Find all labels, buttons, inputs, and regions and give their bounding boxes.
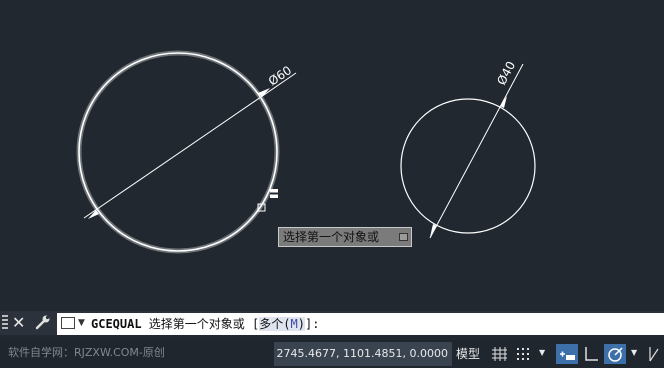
- small-dim-arrow-lower: [430, 224, 437, 237]
- command-text: GCEQUAL 选择第一个对象或 [多个(M)]:: [91, 313, 319, 335]
- option-key: M: [290, 317, 298, 331]
- command-line-input[interactable]: ▼ GCEQUAL 选择第一个对象或 [多个(M)]:: [57, 313, 664, 335]
- watermark-text: 软件自学网：RJZXW.COM-原创: [8, 346, 165, 359]
- model-space-button[interactable]: 模型: [456, 342, 480, 366]
- large-circle[interactable]: [76, 50, 280, 254]
- ortho-icon[interactable]: [582, 344, 600, 364]
- infer-constraints-icon[interactable]: [556, 344, 578, 364]
- tooltip-arrow-icon: [399, 233, 408, 241]
- grid-icon[interactable]: [490, 344, 508, 364]
- command-option-multiple[interactable]: 多个(M): [259, 317, 305, 331]
- polar-tracking-icon[interactable]: [604, 344, 626, 364]
- command-suffix: ]:: [304, 317, 320, 331]
- chevron-down-icon[interactable]: ▼: [78, 315, 85, 331]
- command-window-icon[interactable]: [61, 317, 75, 329]
- command-name: GCEQUAL: [91, 317, 142, 331]
- tooltip-text: 选择第一个对象或: [283, 230, 380, 244]
- snap-dropdown-icon[interactable]: ▼: [539, 346, 545, 360]
- close-icon[interactable]: ✕: [12, 313, 25, 333]
- small-dimension-text: Ø40: [494, 59, 518, 87]
- command-bar-grip[interactable]: [2, 315, 8, 331]
- wrench-icon[interactable]: [35, 314, 51, 330]
- selection-tooltip: 选择第一个对象或: [278, 227, 412, 247]
- command-bar: ✕ ▼ GCEQUAL 选择第一个对象或 [多个(M)]:: [0, 311, 664, 335]
- polar-dropdown-icon[interactable]: ▼: [631, 346, 637, 360]
- lineweight-icon[interactable]: [646, 344, 662, 364]
- coordinates-readout[interactable]: 2745.4677, 1101.4851, 0.0000: [274, 342, 452, 366]
- option-close: ): [297, 317, 305, 331]
- small-dim-arrow-upper: [500, 96, 507, 108]
- large-dimension-text: Ø60: [266, 63, 294, 88]
- option-label: 多个(: [259, 317, 291, 331]
- small-dimension-line[interactable]: [429, 63, 524, 239]
- status-bar: 软件自学网：RJZXW.COM-原创 2745.4677, 1101.4851,…: [0, 340, 664, 368]
- command-prompt: 选择第一个对象或 [: [141, 317, 260, 331]
- drawing-canvas[interactable]: Ø60 Ø40: [0, 0, 664, 312]
- snap-icon[interactable]: [514, 344, 532, 364]
